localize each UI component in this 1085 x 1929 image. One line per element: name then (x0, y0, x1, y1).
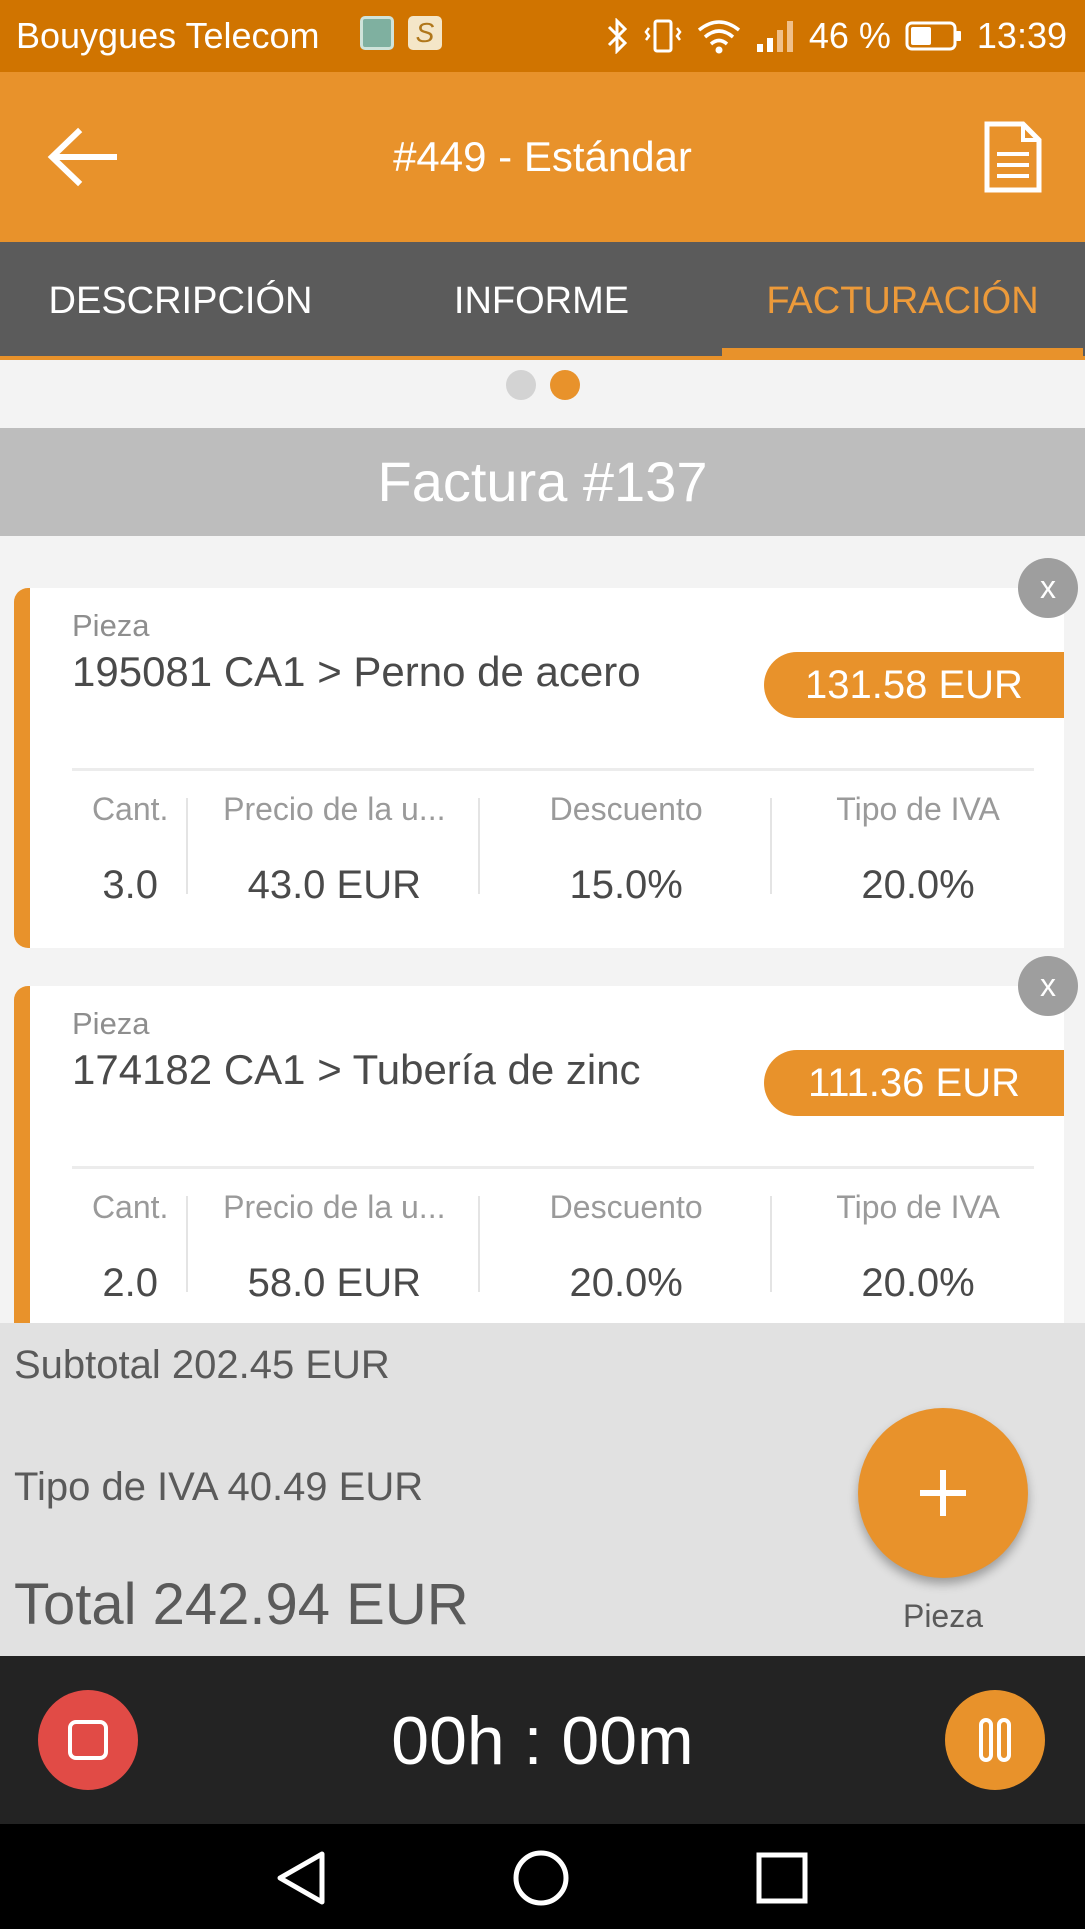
field-label: Descuento (549, 791, 703, 827)
grand-total: Total 242.94 EUR (14, 1572, 469, 1637)
nav-recents-icon[interactable] (752, 1848, 812, 1908)
document-icon[interactable] (981, 120, 1045, 194)
page-title: #449 - Estándar (393, 133, 692, 180)
invoice-items-list[interactable]: Pieza 195081 CA1 > Perno de acero 131.58… (0, 536, 1085, 1323)
field-label: Precio de la u... (223, 1189, 446, 1225)
field-value: 15.0% (569, 863, 683, 907)
timer-display: 00h : 00m (391, 1703, 694, 1779)
remove-item-button[interactable]: x (1018, 956, 1078, 1016)
field-label: Tipo de IVA (836, 1189, 1000, 1225)
field-discount: Descuento 15.0% (480, 788, 773, 918)
timer-bar: 00h : 00m (0, 1656, 1085, 1824)
field-label: Tipo de IVA (836, 791, 1000, 827)
signal-icon (756, 21, 793, 52)
status-bar: Bouygues Telecom S 46 % 13:39 (0, 0, 1085, 72)
battery-percent: 46 % (808, 15, 891, 56)
item-price-badge: 131.58 EUR (764, 652, 1064, 718)
field-value: 20.0% (861, 863, 975, 907)
add-item-button[interactable] (858, 1408, 1028, 1578)
field-quantity: Cant. 3.0 (72, 788, 189, 918)
add-item-label: Pieza (902, 1598, 984, 1634)
tab-facturacion[interactable]: FACTURACIÓN (722, 242, 1083, 360)
page-dot-active[interactable] (549, 370, 580, 400)
plus-icon (920, 1470, 966, 1516)
wifi-icon (697, 20, 740, 54)
field-value: 3.0 (102, 863, 158, 907)
field-value: 58.0 EUR (247, 1261, 421, 1305)
divider (72, 768, 1034, 771)
tab-bar: DESCRIPCIÓN INFORME FACTURACIÓN (0, 242, 1085, 360)
field-vat-rate: Tipo de IVA 20.0% (772, 788, 1064, 918)
field-quantity: Cant. 2.0 (72, 1186, 189, 1316)
invoice-title: Factura #137 (0, 428, 1085, 536)
tab-informe[interactable]: INFORME (361, 242, 722, 360)
subtotal: Subtotal 202.45 EUR (14, 1343, 390, 1387)
app-s-icon: S (408, 16, 442, 50)
item-category: Pieza (72, 1006, 150, 1041)
field-vat-rate: Tipo de IVA 20.0% (772, 1186, 1064, 1316)
invoice-item-card[interactable]: Pieza 174182 CA1 > Tubería de zinc 111.3… (14, 986, 1064, 1323)
field-unit-price: Precio de la u... 58.0 EUR (188, 1186, 481, 1316)
nav-back-icon[interactable] (270, 1848, 330, 1908)
gallery-icon (360, 16, 394, 50)
page-dot[interactable] (505, 370, 536, 400)
carrier-name: Bouygues Telecom (16, 15, 320, 56)
field-discount: Descuento 20.0% (480, 1186, 773, 1316)
field-label: Precio de la u... (223, 791, 446, 827)
field-value: 20.0% (861, 1261, 975, 1305)
field-unit-price: Precio de la u... 43.0 EUR (188, 788, 481, 918)
remove-item-button[interactable]: x (1018, 558, 1078, 618)
field-label: Cant. (91, 791, 169, 827)
clock: 13:39 (976, 15, 1067, 56)
vat-total: Tipo de IVA 40.49 EUR (14, 1465, 424, 1509)
battery-icon (905, 21, 961, 51)
nav-home-icon[interactable] (511, 1848, 571, 1908)
system-status-icons: 46 % 13:39 (605, 14, 1067, 58)
tab-descripcion[interactable]: DESCRIPCIÓN (0, 242, 361, 360)
invoice-item-card[interactable]: Pieza 195081 CA1 > Perno de acero 131.58… (14, 588, 1064, 948)
item-fields: Cant. 2.0 Precio de la u... 58.0 EUR Des… (72, 1186, 1064, 1316)
field-value: 20.0% (569, 1261, 683, 1305)
field-value: 43.0 EUR (247, 863, 421, 907)
item-price-badge: 111.36 EUR (764, 1050, 1064, 1116)
item-fields: Cant. 3.0 Precio de la u... 43.0 EUR Des… (72, 788, 1064, 918)
vibrate-icon (644, 19, 682, 53)
divider (72, 1166, 1034, 1169)
item-name: 195081 CA1 > Perno de acero (72, 648, 641, 695)
system-navigation-bar (0, 1824, 1085, 1929)
page-indicator (0, 370, 1085, 404)
field-value: 2.0 (102, 1261, 158, 1305)
item-name: 174182 CA1 > Tubería de zinc (72, 1046, 641, 1093)
field-label: Descuento (549, 1189, 703, 1225)
pause-button[interactable] (945, 1690, 1045, 1790)
bluetooth-icon (607, 18, 627, 54)
pause-icon (979, 1718, 1011, 1762)
notification-icons: S (360, 16, 442, 50)
app-bar: #449 - Estándar (0, 72, 1085, 242)
field-label: Cant. (91, 1189, 169, 1225)
item-category: Pieza (72, 608, 150, 643)
